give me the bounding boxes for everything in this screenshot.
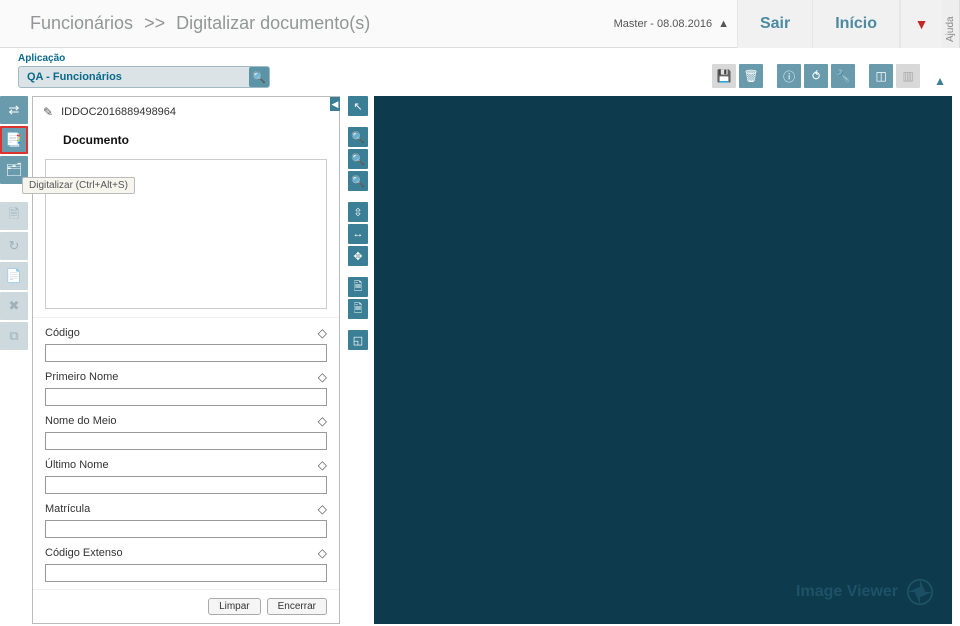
eraser-icon[interactable]: ◇ xyxy=(318,458,327,472)
field-input-codigo[interactable] xyxy=(45,344,327,362)
dropdown-arrow-icon[interactable]: ▼ xyxy=(900,0,942,48)
save-icon: 💾 xyxy=(712,64,736,88)
search-icon[interactable]: 🔍 xyxy=(249,67,269,87)
field-input-matricula[interactable] xyxy=(45,520,327,538)
doc-id: IDDOC2016889498964 xyxy=(61,106,176,118)
viewer-tool-strip: ↖ 🔍 🔍 🔍 ⇳ ↔ ✥ 🗎 🗎 ◱ xyxy=(348,96,370,624)
zoom-region-icon[interactable]: 🔍 xyxy=(348,171,368,191)
eraser-icon[interactable]: ◇ xyxy=(318,546,327,560)
settings-icon[interactable]: 🔧 xyxy=(831,64,855,88)
field-label-matricula: Matrícula xyxy=(45,503,312,515)
clear-button[interactable]: Limpar xyxy=(208,598,261,615)
field-label-codigo: Código xyxy=(45,327,312,339)
form-scroll[interactable]: Código ◇ Primeiro Nome ◇ Nome do Meio ◇ Últ… xyxy=(33,317,339,589)
tool-remove-page-icon[interactable]: ✖ xyxy=(0,292,28,320)
panel-collapse-icon[interactable]: ◀ xyxy=(330,97,340,111)
layout-a-icon[interactable]: ◫ xyxy=(869,64,893,88)
field-input-ultimo-nome[interactable] xyxy=(45,476,327,494)
fit-width-icon[interactable]: ↔ xyxy=(348,224,368,244)
collapse-up-icon[interactable]: ▲ xyxy=(934,74,946,88)
field-label-ultimo-nome: Último Nome xyxy=(45,459,312,471)
viewer-watermark: Image Viewer xyxy=(796,578,934,606)
application-selected: QA - Funcionários xyxy=(27,71,249,83)
field-label-primeiro-nome: Primeiro Nome xyxy=(45,371,312,383)
tooltip: Digitalizar (Ctrl+Alt+S) xyxy=(22,177,135,194)
pencil-icon[interactable]: ✎ xyxy=(43,105,53,119)
image-viewer[interactable]: Image Viewer xyxy=(374,96,952,624)
layout-b-icon: ▥ xyxy=(896,64,920,88)
eraser-icon[interactable]: ◇ xyxy=(318,502,327,516)
watermark-text: Image Viewer xyxy=(796,583,898,601)
viewer-wrap: ↖ 🔍 🔍 🔍 ⇳ ↔ ✥ 🗎 🗎 ◱ Image Viewer xyxy=(340,94,960,626)
field-input-codigo-extenso[interactable] xyxy=(45,564,327,582)
user-info: Master - 08.08.2016 ▲ xyxy=(614,18,729,30)
aperture-icon xyxy=(906,578,934,606)
tool-add-page-icon[interactable]: 📄 xyxy=(0,262,28,290)
left-tool-strip: ⇄ 📑 🗂 🗎 ↻ 📄 ✖ ⧉ xyxy=(0,94,30,626)
zoom-out-icon[interactable]: 🔍 xyxy=(348,149,368,169)
breadcrumb-sep: >> xyxy=(144,13,165,33)
help-tab[interactable]: Ajuda xyxy=(942,0,960,48)
breadcrumb: Funcionários >> Digitalizar documento(s) xyxy=(30,13,614,34)
tool-redo-icon[interactable]: ↻ xyxy=(0,232,28,260)
eraser-icon[interactable]: ◇ xyxy=(318,326,327,340)
application-toolbar: Aplicação QA - Funcionários 🔍 💾 🗑 ⓘ ⥀ 🔧 … xyxy=(0,48,960,94)
zoom-in-icon[interactable]: 🔍 xyxy=(348,127,368,147)
history-icon[interactable]: ⥀ xyxy=(804,64,828,88)
eraser-icon[interactable]: ◇ xyxy=(318,370,327,384)
crop-icon[interactable]: ◱ xyxy=(348,330,368,350)
exit-button[interactable]: Sair xyxy=(737,0,812,48)
toolbar-group-1: 💾 🗑 xyxy=(712,64,763,88)
application-select[interactable]: QA - Funcionários 🔍 xyxy=(18,66,270,88)
header-bar: Funcionários >> Digitalizar documento(s)… xyxy=(0,0,960,48)
close-button[interactable]: Encerrar xyxy=(267,598,327,615)
toolbar-group-3: ◫ ▥ xyxy=(869,64,920,88)
main-area: ⇄ 📑 🗂 🗎 ↻ 📄 ✖ ⧉ Digitalizar (Ctrl+Alt+S)… xyxy=(0,94,960,626)
info-icon[interactable]: ⓘ xyxy=(777,64,801,88)
page-a-icon[interactable]: 🗎 xyxy=(348,277,368,297)
tool-scan-icon[interactable]: ⇄ xyxy=(0,96,28,124)
field-label-nome-meio: Nome do Meio xyxy=(45,415,312,427)
tool-merge-icon[interactable]: ⧉ xyxy=(0,322,28,350)
tool-page-icon[interactable]: 🗎 xyxy=(0,202,28,230)
pointer-icon[interactable]: ↖ xyxy=(348,96,368,116)
tool-digitize-icon[interactable]: 📑 xyxy=(0,126,28,154)
field-input-primeiro-nome[interactable] xyxy=(45,388,327,406)
breadcrumb-root: Funcionários xyxy=(30,13,133,33)
field-input-nome-meio[interactable] xyxy=(45,432,327,450)
field-label-codigo-extenso: Código Extenso xyxy=(45,547,312,559)
doc-title: Documento xyxy=(33,127,339,155)
trash-icon[interactable]: 🗑 xyxy=(739,64,763,88)
user-icon: ▲ xyxy=(718,18,729,30)
form-actions: Limpar Encerrar xyxy=(33,589,339,623)
toolbar-group-2: ⓘ ⥀ 🔧 xyxy=(777,64,855,88)
pan-icon[interactable]: ✥ xyxy=(348,246,368,266)
page-b-icon[interactable]: 🗎 xyxy=(348,299,368,319)
application-label: Aplicação xyxy=(18,53,270,64)
eraser-icon[interactable]: ◇ xyxy=(318,414,327,428)
fit-height-icon[interactable]: ⇳ xyxy=(348,202,368,222)
breadcrumb-page: Digitalizar documento(s) xyxy=(176,13,370,33)
doc-id-row: ✎ IDDOC2016889498964 xyxy=(33,97,339,127)
document-panel: ◀ ✎ IDDOC2016889498964 Documento Código ◇… xyxy=(32,96,340,624)
user-label: Master - 08.08.2016 xyxy=(614,18,712,30)
home-button[interactable]: Início xyxy=(812,0,900,48)
